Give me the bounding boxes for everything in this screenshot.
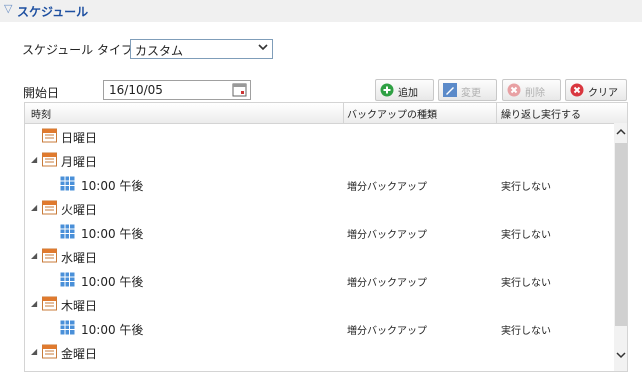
edit-label: 変更	[461, 88, 481, 99]
time-label: 10:00 午後	[81, 323, 144, 337]
grid-calendar-icon	[60, 320, 75, 335]
column-header-repeat[interactable]: 繰り返し実行する	[501, 106, 581, 121]
column-divider[interactable]	[496, 103, 497, 123]
day-row[interactable]: 日曜日	[25, 124, 613, 148]
calendar-icon	[42, 152, 57, 167]
chevron-down-icon[interactable]	[615, 349, 627, 361]
day-label: 月曜日	[61, 155, 98, 169]
time-row[interactable]: 10:00 午後 増分バックアップ 実行しない	[25, 220, 613, 244]
repeat-cell: 実行しない	[501, 182, 551, 193]
time-label: 10:00 午後	[81, 275, 144, 289]
schedule-section-header[interactable]: ▽ スケジュール	[0, 0, 642, 22]
repeat-cell: 実行しない	[501, 230, 551, 241]
clear-button[interactable]: クリア	[565, 79, 627, 101]
backup-type-cell: 増分バックアップ	[347, 182, 427, 193]
day-row[interactable]: ◢ 金曜日	[25, 340, 613, 364]
clear-label: クリア	[588, 88, 618, 99]
day-label: 火曜日	[61, 203, 98, 217]
calendar-icon	[42, 344, 57, 359]
grid-calendar-icon	[60, 272, 75, 287]
schedule-type-label: スケジュール タイプ	[22, 43, 133, 57]
grid-header: 時刻 バックアップの種類 繰り返し実行する	[25, 103, 627, 124]
pencil-icon	[443, 83, 457, 97]
start-date-label: 開始日	[23, 86, 60, 100]
backup-type-cell: 増分バックアップ	[347, 278, 427, 289]
section-title: スケジュール	[17, 5, 89, 19]
day-row[interactable]: ◢ 木曜日	[25, 292, 613, 316]
edit-button[interactable]: 変更	[438, 79, 497, 101]
repeat-cell: 実行しない	[501, 278, 551, 289]
column-divider[interactable]	[343, 103, 344, 123]
add-label: 追加	[398, 88, 418, 99]
day-label: 日曜日	[61, 131, 98, 145]
day-row[interactable]: ◢ 火曜日	[25, 196, 613, 220]
calendar-picker-icon[interactable]	[232, 82, 248, 98]
plus-circle-icon	[380, 83, 394, 97]
scrollbar-thumb[interactable]	[615, 143, 627, 326]
calendar-icon	[42, 200, 57, 215]
grid-calendar-icon	[60, 224, 75, 239]
time-row[interactable]: 10:00 午後 増分バックアップ 実行しない	[25, 172, 613, 196]
day-label: 金曜日	[61, 347, 98, 361]
time-label: 10:00 午後	[81, 227, 144, 241]
expand-triangle-icon[interactable]: ◢	[31, 347, 37, 356]
chevron-up-icon[interactable]	[615, 126, 627, 138]
expand-triangle-icon[interactable]: ◢	[31, 299, 37, 308]
calendar-icon	[42, 296, 57, 311]
schedule-type-select[interactable]: カスタム	[130, 39, 273, 59]
add-button[interactable]: 追加	[375, 79, 434, 101]
x-circle-icon	[570, 83, 584, 97]
delete-button[interactable]: 削除	[502, 79, 561, 101]
collapse-triangle-icon[interactable]: ▽	[4, 2, 12, 15]
calendar-icon	[42, 248, 57, 263]
grid-calendar-icon	[60, 176, 75, 191]
day-row[interactable]: ◢ 水曜日	[25, 244, 613, 268]
backup-type-cell: 増分バックアップ	[347, 326, 427, 337]
time-label: 10:00 午後	[81, 179, 144, 193]
column-header-time[interactable]: 時刻	[31, 106, 51, 121]
day-row[interactable]: ◢ 月曜日	[25, 148, 613, 172]
day-label: 水曜日	[61, 251, 98, 265]
x-circle-icon	[507, 83, 521, 97]
schedule-type-value: カスタム	[135, 44, 184, 58]
schedule-grid: 時刻 バックアップの種類 繰り返し実行する 日曜日 ◢ 月曜日 10:00 午後…	[24, 102, 628, 372]
delete-label: 削除	[525, 88, 545, 99]
repeat-cell: 実行しない	[501, 326, 551, 337]
chevron-down-icon[interactable]	[258, 43, 268, 54]
start-date-value: 16/10/05	[109, 83, 163, 97]
time-row[interactable]: 10:00 午後 増分バックアップ 実行しない	[25, 268, 613, 292]
day-label: 木曜日	[61, 299, 98, 313]
column-header-backup-type[interactable]: バックアップの種類	[347, 106, 437, 121]
start-date-input[interactable]: 16/10/05	[103, 80, 251, 100]
expand-triangle-icon[interactable]: ◢	[31, 155, 37, 164]
expand-triangle-icon[interactable]: ◢	[31, 251, 37, 260]
calendar-icon	[42, 128, 57, 143]
expand-triangle-icon[interactable]: ◢	[31, 203, 37, 212]
backup-type-cell: 増分バックアップ	[347, 230, 427, 241]
vertical-scrollbar[interactable]	[614, 123, 627, 371]
time-row[interactable]: 10:00 午後 増分バックアップ 実行しない	[25, 316, 613, 340]
